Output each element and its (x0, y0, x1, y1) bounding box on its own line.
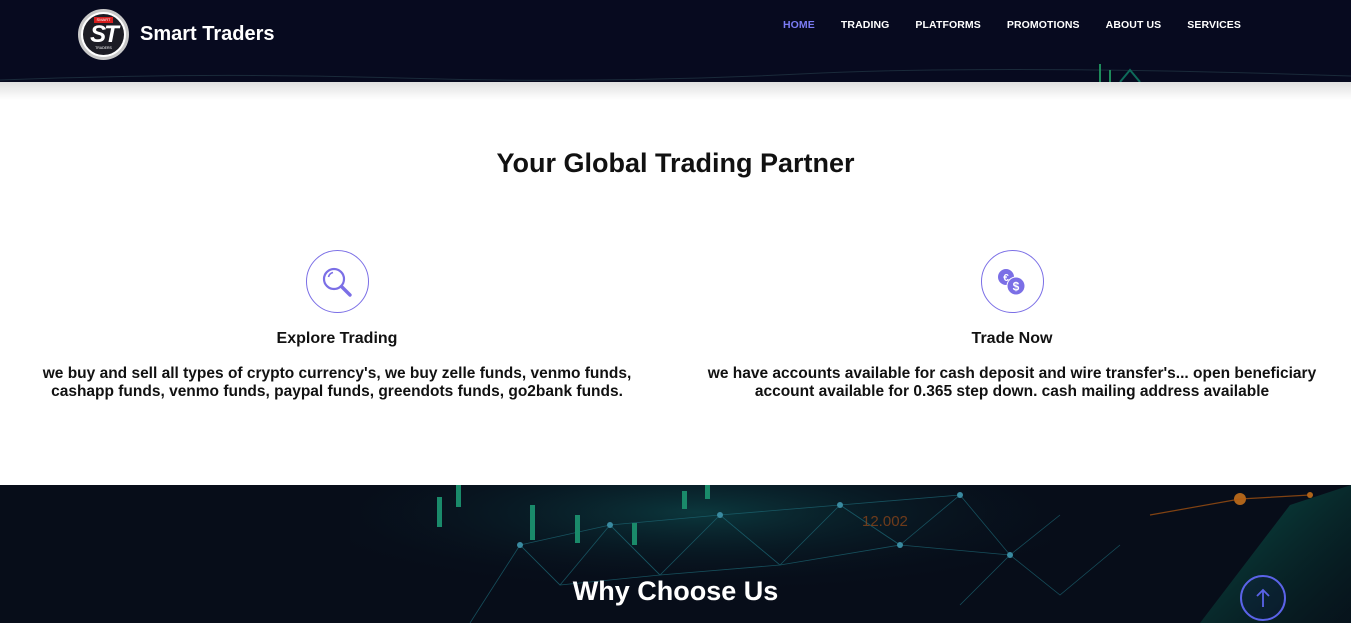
nav-item-about-us[interactable]: ABOUT US (1093, 18, 1175, 32)
brand[interactable]: SMART ST TRADERS Smart Traders (78, 9, 275, 60)
feature-explore-trading: Explore Trading we buy and sell all type… (17, 250, 657, 401)
why-title: Why Choose Us (572, 576, 779, 606)
currency-exchange-icon: € $ (980, 250, 1044, 313)
feature-text: we buy and sell all types of crypto curr… (42, 365, 632, 400)
search-icon (305, 250, 369, 313)
logo-tag-bottom: TRADERS (95, 46, 112, 50)
section-title: Your Global Trading Partner (496, 148, 855, 178)
feature-text: we have accounts available for cash depo… (707, 365, 1317, 400)
logo[interactable]: SMART ST TRADERS (78, 9, 129, 60)
logo-monogram: ST (90, 20, 119, 48)
why-choose-us-section: 12.002 Why Choose Us (0, 485, 1351, 623)
nav-item-trading[interactable]: TRADING (828, 18, 903, 32)
brand-name[interactable]: Smart Traders (140, 23, 275, 46)
main-nav: HOME TRADING PLATFORMS PROMOTIONS ABOUT … (770, 18, 1254, 32)
nav-item-promotions[interactable]: PROMOTIONS (994, 18, 1093, 32)
logo-tag-top: SMART (93, 17, 114, 23)
header-shadow (0, 82, 1351, 100)
nav-item-platforms[interactable]: PLATFORMS (902, 18, 993, 32)
logo-inner: SMART ST TRADERS (83, 14, 124, 55)
svg-text:$: $ (1013, 279, 1020, 293)
site-header: SMART ST TRADERS Smart Traders HOME TRAD… (0, 0, 1351, 82)
scroll-to-top-button[interactable] (1240, 575, 1286, 621)
background-figure: 12.002 (862, 513, 908, 530)
feature-title: Explore Trading (276, 330, 398, 347)
nav-item-services[interactable]: SERVICES (1174, 18, 1254, 32)
nav-item-home[interactable]: HOME (770, 18, 828, 32)
feature-trade-now: € $ Trade Now we have accounts available… (692, 250, 1332, 401)
feature-title: Trade Now (971, 330, 1053, 347)
arrow-up-icon (1256, 588, 1270, 607)
